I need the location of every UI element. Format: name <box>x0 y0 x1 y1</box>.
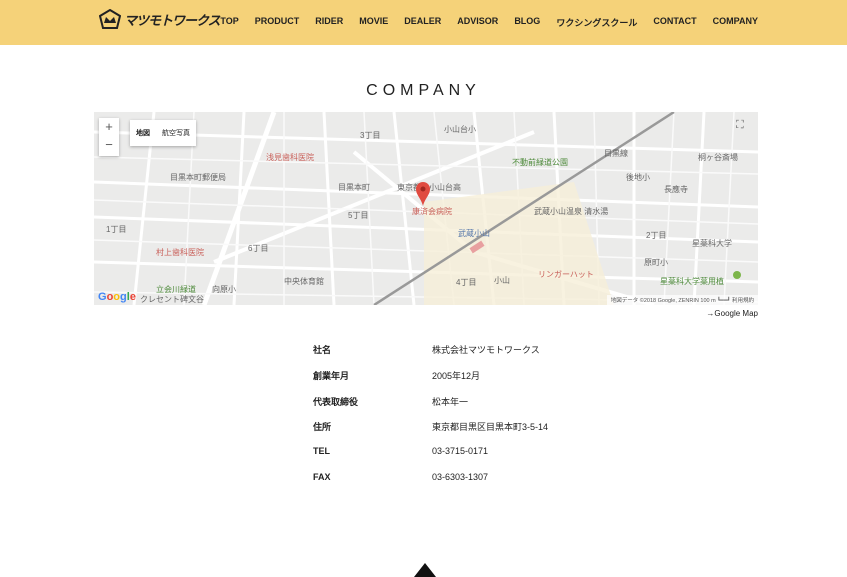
map-label: 長應寺 <box>664 185 688 194</box>
nav-dealer[interactable]: DEALER <box>404 16 441 29</box>
table-row: 創業年月 2005年12月 <box>313 370 481 381</box>
map-label: 6丁目 <box>248 244 269 253</box>
map-label: 3丁目 <box>360 131 381 140</box>
map-label: 原町小 <box>644 258 668 267</box>
map-label: 浅見歯科医院 <box>266 153 314 162</box>
site-header: マツモトワークス TOP PRODUCT RIDER MOVIE DEALER … <box>0 0 847 45</box>
zoom-in-button[interactable]: + <box>99 118 119 136</box>
map-label: リンガーハット <box>538 270 594 279</box>
map-label: 4丁目 <box>456 278 477 287</box>
map-attribution: 地図データ ©2018 Google, ZENRIN 100 m ┗━━┛ 利用… <box>606 295 758 305</box>
zoom-out-button[interactable]: − <box>99 136 119 154</box>
map-label: 2丁目 <box>646 231 667 240</box>
table-row: 住所 東京都目黒区目黒本町3-5-14 <box>313 422 549 433</box>
main-nav: TOP PRODUCT RIDER MOVIE DEALER ADVISOR B… <box>220 16 758 29</box>
nav-contact[interactable]: CONTACT <box>653 16 696 29</box>
map-label: 目黒線 <box>604 149 628 158</box>
page-title: COMPANY <box>366 82 481 99</box>
map-label: 向原小 <box>212 285 236 294</box>
nav-blog[interactable]: BLOG <box>514 16 540 29</box>
map-label: 後地小 <box>626 173 650 182</box>
location-marker-icon[interactable] <box>416 182 430 206</box>
map-label: 小山 <box>494 276 510 285</box>
page-top-arrow-icon[interactable] <box>414 563 436 577</box>
crown-logo-icon <box>99 9 121 29</box>
table-row: TEL 03-3715-0171 <box>313 446 489 457</box>
map-label: 武蔵小山 <box>458 229 490 238</box>
zoom-control: + − <box>99 118 119 156</box>
map-label: 星薬科大学 <box>692 239 732 248</box>
map-label: 不動前緑道公園 <box>512 158 568 167</box>
map-label: 1丁目 <box>106 225 127 234</box>
nav-top[interactable]: TOP <box>220 16 238 29</box>
nav-movie[interactable]: MOVIE <box>359 16 388 29</box>
map-label: 目黒本町郵便局 <box>170 173 226 182</box>
table-row: 代表取締役 松本年一 <box>313 396 469 407</box>
map-label: 中央体育館 <box>284 277 324 286</box>
nav-advisor[interactable]: ADVISOR <box>457 16 498 29</box>
map-label: 康済会病院 <box>412 207 452 216</box>
map-label: 村上歯科医院 <box>156 248 204 257</box>
map-label: 小山台小 <box>444 125 476 134</box>
nav-waxing-school[interactable]: ワクシングスクール <box>556 16 637 29</box>
google-logo: Google <box>98 291 136 303</box>
table-row: 社名 株式会社マツモトワークス <box>313 345 540 355</box>
map-label: 星薬科大学薬用植 <box>660 277 724 286</box>
nav-company[interactable]: COMPANY <box>713 16 758 29</box>
google-map-link[interactable]: →Google Map <box>706 309 758 318</box>
google-map[interactable]: 浅見歯科医院 目黒本町郵便局 村上歯科医院 中央体育館 立会川緑道 向原小 目黒… <box>94 112 758 305</box>
map-type-satellite[interactable]: 航空写真 <box>156 120 196 146</box>
fullscreen-icon[interactable]: ⛶ <box>736 119 750 133</box>
nav-rider[interactable]: RIDER <box>315 16 343 29</box>
map-type-map[interactable]: 地図 <box>130 120 156 146</box>
map-type-control: 地図 航空写真 <box>130 120 196 146</box>
map-label: 目黒本町 <box>338 183 370 192</box>
table-row: FAX 03-6303-1307 <box>313 471 489 482</box>
map-label: 桐ヶ谷斎場 <box>698 153 738 162</box>
map-label: 5丁目 <box>348 211 369 220</box>
map-label: クレセント碑文谷 <box>140 295 204 304</box>
nav-product[interactable]: PRODUCT <box>255 16 300 29</box>
site-logo[interactable]: マツモトワークス <box>99 9 221 29</box>
map-label: 武蔵小山温泉 清水湯 <box>534 207 609 216</box>
company-info-table: 社名 株式会社マツモトワークス 創業年月 2005年12月 代表取締役 松本年一 住所… <box>313 343 548 498</box>
